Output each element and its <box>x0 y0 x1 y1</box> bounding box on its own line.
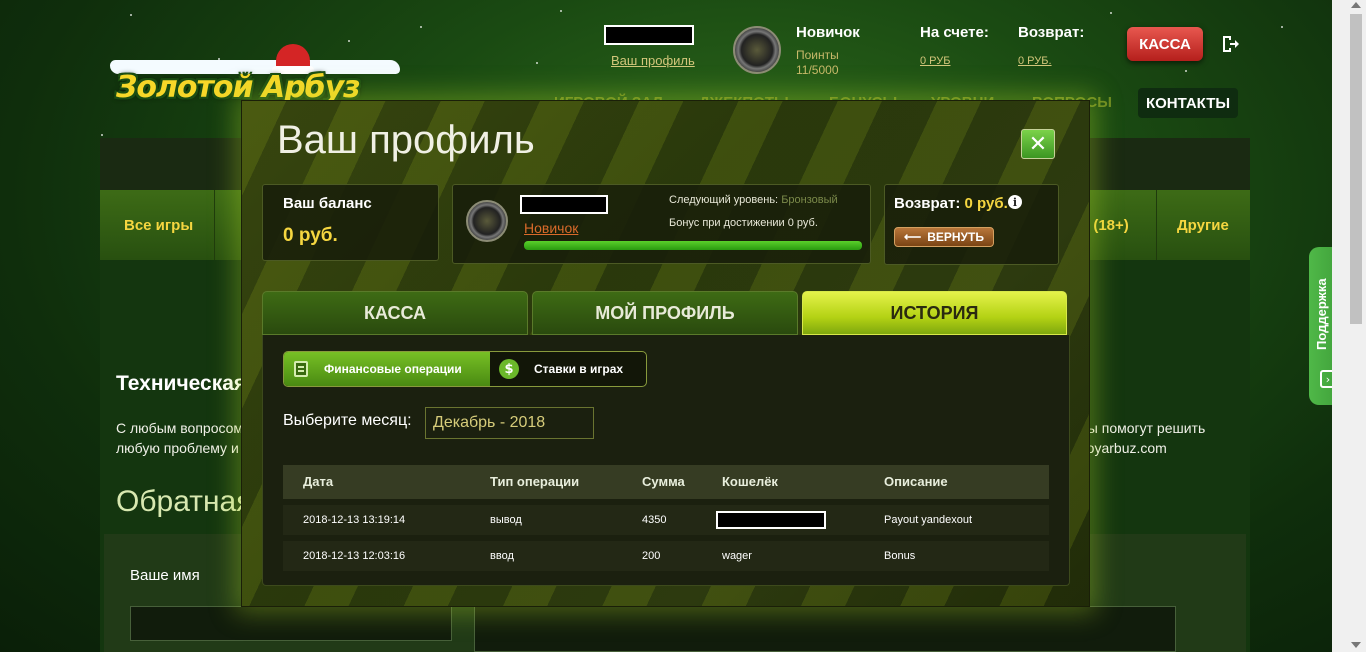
redacted-wallet <box>716 511 826 529</box>
col-wallet: Кошелёк <box>722 474 778 489</box>
info-icon[interactable]: i <box>1008 195 1022 209</box>
points-value: 11/5000 <box>796 63 839 77</box>
subtab-finance-label[interactable]: Финансовые операции <box>324 362 462 376</box>
cell-amount: 4350 <box>642 514 667 526</box>
level-progress-fill <box>524 241 862 250</box>
name-input[interactable] <box>130 606 452 641</box>
support-text: любую проблему и от <box>116 440 257 456</box>
return-card-value: 0 руб. <box>964 195 1008 212</box>
return-button[interactable]: ⟵ ВЕРНУТЬ <box>894 227 994 247</box>
cell-wallet: wager <box>722 550 752 562</box>
rank-badge-icon[interactable] <box>733 26 781 74</box>
next-level-value: Бронзовый <box>781 194 838 206</box>
rank-badge-icon <box>466 200 508 242</box>
cell-date: 2018-12-13 12:03:16 <box>303 550 406 562</box>
return-card-title: Возврат: 0 руб. <box>894 195 1008 212</box>
scroll-down-icon[interactable] <box>1351 642 1361 648</box>
return-value[interactable]: 0 РУБ. <box>1018 55 1052 67</box>
cell-date: 2018-12-13 13:19:14 <box>303 514 406 526</box>
cell-description: Payout yandexout <box>884 514 973 526</box>
rank-link[interactable]: Новичок <box>524 220 578 236</box>
month-select[interactable]: Декабрь - 2018 <box>425 407 594 439</box>
close-button[interactable]: ✕ <box>1021 129 1055 159</box>
scrollbar-thumb[interactable] <box>1350 14 1362 324</box>
subtab-game-bets[interactable]: Ставки в играх <box>534 362 623 376</box>
next-level: Следующий уровень: Бронзовый <box>669 194 838 206</box>
support-text: ры помогут решить <box>1080 420 1206 436</box>
support-text: С любым вопросом, к <box>116 420 257 436</box>
level-progress <box>524 241 862 250</box>
logout-icon[interactable] <box>1221 35 1239 53</box>
dollar-icon: $ <box>499 359 519 379</box>
cell-type: вывод <box>490 514 522 526</box>
tab-my-profile[interactable]: МОЙ ПРОФИЛЬ <box>532 291 798 335</box>
category-divider <box>214 190 215 260</box>
redacted-username <box>604 25 694 45</box>
tab-history[interactable]: ИСТОРИЯ <box>802 291 1067 335</box>
balance-label: На счете: <box>920 24 989 41</box>
rank-title: Новичок <box>796 24 860 41</box>
document-icon <box>294 361 308 377</box>
cell-type: ввод <box>490 550 514 562</box>
feedback-heading: Обратная <box>116 485 253 518</box>
cell-amount: 200 <box>642 550 661 562</box>
scroll-up-icon[interactable] <box>1351 2 1361 8</box>
col-type: Тип операции <box>490 474 580 489</box>
profile-link[interactable]: Ваш профиль <box>611 53 695 68</box>
tab-kassa[interactable]: КАССА <box>262 291 528 335</box>
return-button-label: ВЕРНУТЬ <box>927 230 984 244</box>
col-amount: Сумма <box>642 474 685 489</box>
return-card-label: Возврат: <box>894 195 961 212</box>
name-label: Ваше имя <box>130 567 200 584</box>
balance-card-value: 0 руб. <box>283 225 338 246</box>
support-label: Поддержка <box>1314 278 1329 350</box>
category-divider <box>1156 190 1157 260</box>
col-date: Дата <box>303 474 334 489</box>
bonus-text: Бонус при достижении 0 руб. <box>669 217 818 229</box>
points-label: Поинты <box>796 48 839 62</box>
nav-contacts[interactable]: КОНТАКТЫ <box>1138 88 1238 118</box>
message-input[interactable] <box>474 606 1176 652</box>
balance-card-title: Ваш баланс <box>283 195 372 212</box>
balance-value[interactable]: 0 РУБ <box>920 55 950 67</box>
modal-title: Ваш профиль <box>277 118 535 162</box>
col-description: Описание <box>884 474 948 489</box>
cell-description: Bonus <box>884 550 916 562</box>
redacted-username <box>520 195 608 214</box>
kassa-button[interactable]: КАССА <box>1127 27 1203 61</box>
next-level-label: Следующий уровень: <box>669 194 779 206</box>
arrow-left-icon: ⟵ <box>904 230 922 244</box>
santa-hat-icon <box>272 44 314 74</box>
category-all-games[interactable]: Все игры <box>124 217 193 234</box>
return-label: Возврат: <box>1018 24 1085 41</box>
category-other[interactable]: Другие <box>1177 217 1229 234</box>
month-label: Выберите месяц: <box>283 412 412 429</box>
